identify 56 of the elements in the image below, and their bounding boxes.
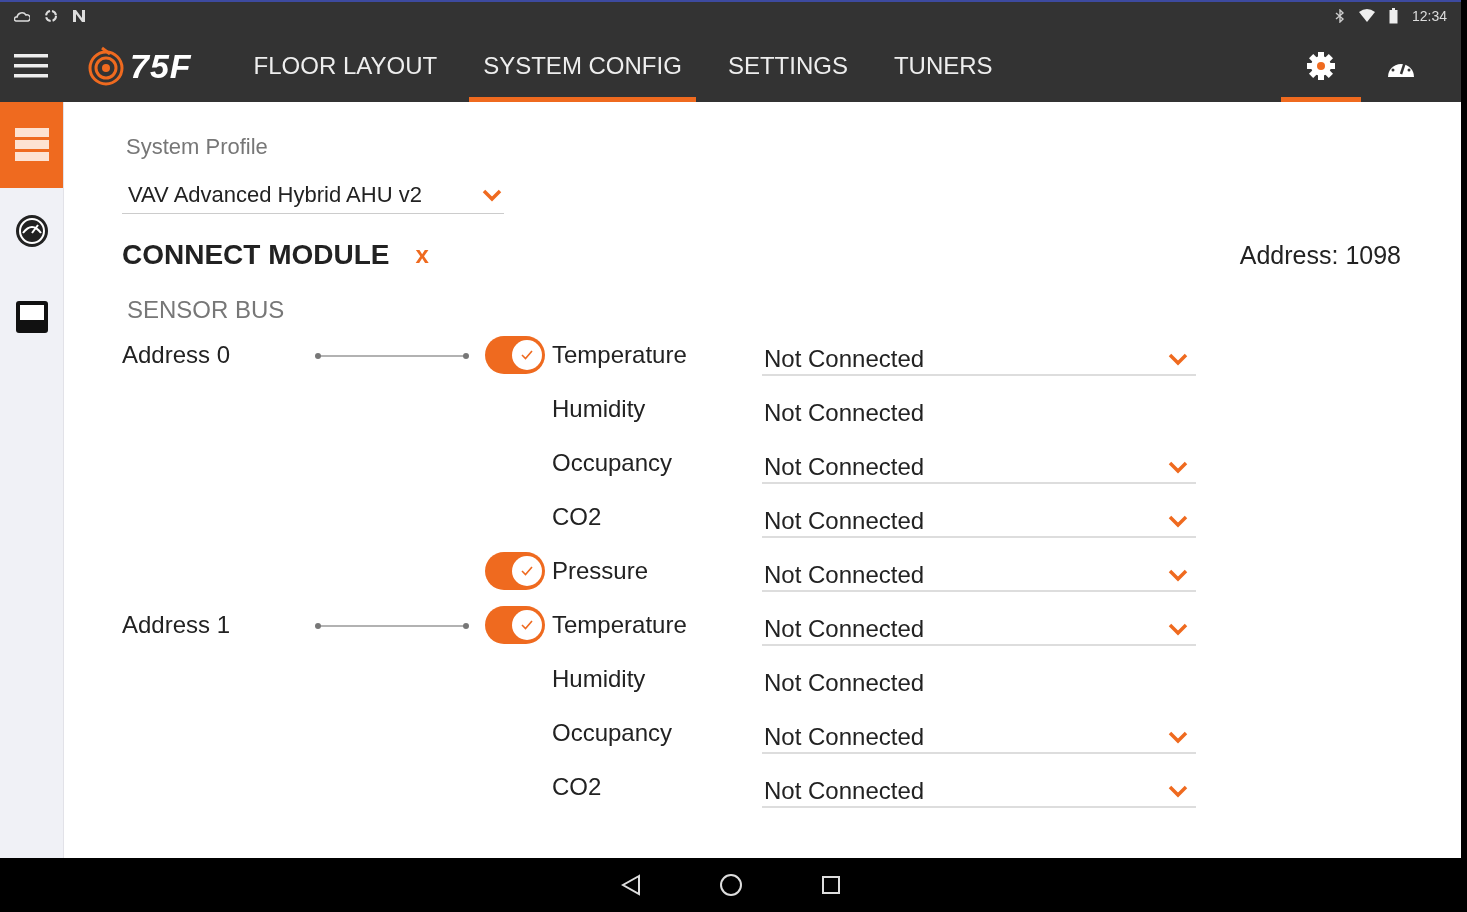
device-icon[interactable] (14, 300, 49, 334)
sensor-label: CO2 (552, 503, 603, 531)
list-icon[interactable] (13, 128, 50, 162)
nav-tab[interactable]: FLOOR LAYOUT (239, 30, 452, 102)
profile-dropdown[interactable]: VAV Advanced Hybrid AHU v2 (122, 176, 504, 214)
sensor-value: Not Connected (764, 399, 925, 427)
module-address: Address: 1098 (1239, 240, 1401, 270)
sensor-dropdown[interactable]: Not Connected (762, 766, 1196, 808)
toggle-switch[interactable] (485, 552, 545, 590)
sensor-label: Pressure (552, 557, 650, 585)
home-icon[interactable] (718, 873, 743, 897)
sync-icon (44, 9, 58, 23)
logo-icon (88, 46, 124, 86)
gauge-icon[interactable] (13, 213, 50, 249)
module-title: CONNECT MODULE (122, 239, 390, 271)
sensor-dropdown[interactable]: Not Connected (762, 496, 1196, 538)
chevron-icon[interactable] (1168, 568, 1188, 582)
sensor-dropdown[interactable]: Not Connected (762, 334, 1196, 376)
chevron-icon[interactable] (1168, 730, 1188, 744)
address-label: Address 0 (122, 341, 231, 368)
toggle-switch[interactable] (485, 606, 545, 644)
sensor-label: Humidity (552, 395, 647, 423)
battery-icon (1388, 8, 1398, 24)
nav-tab[interactable]: SETTINGS (713, 30, 862, 102)
sensor-label: Temperature (552, 611, 688, 639)
sensor-dropdown[interactable]: Not Connected (762, 550, 1196, 592)
sensor-label: Temperature (552, 341, 688, 369)
cloud-icon (14, 10, 30, 22)
chevron-icon[interactable] (1168, 784, 1188, 798)
sensor-dropdown[interactable]: Not Connected (762, 712, 1196, 754)
chevron-icon[interactable] (1168, 514, 1188, 528)
chevron-icon[interactable] (1168, 352, 1188, 366)
back-icon[interactable] (620, 874, 641, 896)
sensor-label: Occupancy (552, 719, 674, 747)
address-label: Address 1 (122, 611, 231, 638)
chevron-icon[interactable] (1168, 622, 1188, 636)
sensor-label: Humidity (552, 665, 647, 693)
chevron-icon[interactable] (1168, 460, 1188, 474)
clock-time: 12:34 (1411, 8, 1447, 24)
bluetooth-icon (1334, 9, 1345, 23)
toggle-switch[interactable] (485, 336, 545, 374)
field-label: System Profile (126, 134, 269, 160)
menu-icon[interactable] (14, 54, 48, 78)
sensor-label: Occupancy (552, 449, 674, 477)
sensor-dropdown[interactable]: Not Connected (762, 442, 1196, 484)
settings-icon[interactable] (1306, 51, 1336, 81)
logo-text: 75F (130, 46, 192, 86)
recents-icon[interactable] (820, 875, 841, 895)
sensor-label: CO2 (552, 773, 603, 801)
sensor-dropdown[interactable]: Not Connected (762, 604, 1196, 646)
section-title: SENSOR BUS (127, 296, 286, 324)
chevron-icon[interactable] (482, 187, 502, 202)
sensor-value: Not Connected (764, 669, 925, 697)
notification-icon (72, 9, 86, 23)
wifi-icon (1358, 9, 1375, 23)
nav-tab[interactable]: TUNERS (879, 30, 1007, 102)
